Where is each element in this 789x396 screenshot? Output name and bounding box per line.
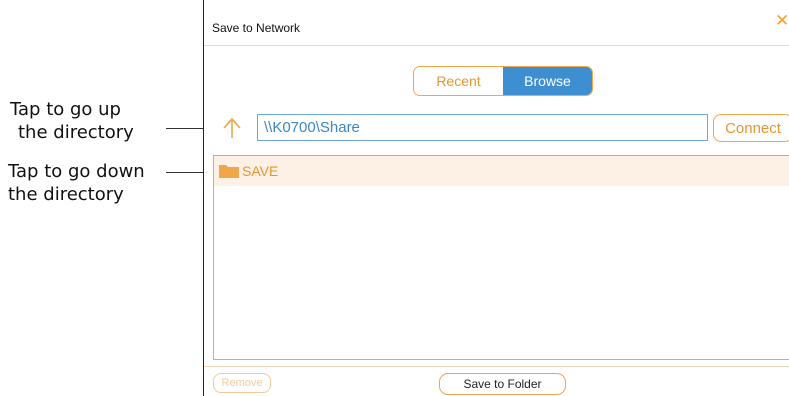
callout-go-up: Tap to go up the directory: [0, 98, 200, 144]
close-icon[interactable]: ✕: [775, 12, 789, 30]
remove-button[interactable]: Remove: [213, 373, 271, 393]
save-to-folder-button[interactable]: Save to Folder: [439, 373, 566, 395]
connect-button[interactable]: Connect: [713, 114, 789, 142]
path-input[interactable]: [257, 114, 708, 141]
callout-down-line2: the directory: [8, 184, 124, 205]
tab-recent[interactable]: Recent: [414, 67, 503, 95]
arrow-up-icon[interactable]: [222, 116, 242, 140]
callout-up-leader-line: [166, 128, 208, 129]
folder-icon: [219, 165, 239, 178]
title-divider: [204, 45, 789, 46]
callout-go-down: Tap to go down the directory: [0, 160, 200, 206]
callout-up-line1: Tap to go up: [10, 99, 121, 120]
list-item[interactable]: SAVE: [214, 156, 789, 186]
dialog-title: Save to Network: [212, 21, 301, 35]
tab-browse[interactable]: Browse: [503, 67, 592, 95]
save-to-network-dialog: Save to Network ✕ Recent Browse Connect …: [204, 0, 789, 396]
footer-divider: [204, 366, 789, 367]
folder-list: SAVE: [213, 155, 789, 360]
view-toggle: Recent Browse: [413, 66, 593, 96]
list-item-label: SAVE: [242, 163, 279, 179]
callout-up-line2: the directory: [18, 122, 134, 143]
